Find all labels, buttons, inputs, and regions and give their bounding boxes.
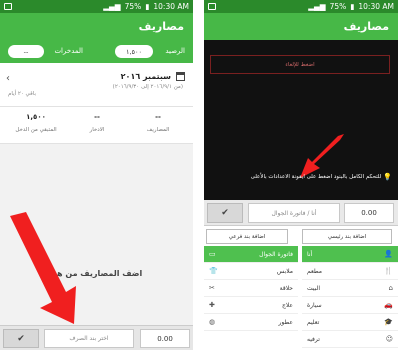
category-field[interactable]: أنا / فاتورة الجوال — [248, 203, 340, 223]
status-bar: ▂▄▆ 75% ▮ 10:30 AM — [204, 0, 398, 13]
sub-item-perfume[interactable]: ◍ عطور — [204, 314, 298, 331]
status-bar: ▂▄▆ 75% ▮ 10:30 AM — [0, 0, 193, 13]
notification-icon — [4, 3, 12, 10]
smile-icon: ☺ — [385, 335, 393, 343]
sub-item-medical[interactable]: ✚ علاج — [204, 297, 298, 314]
amount-field[interactable]: 0.00 — [140, 329, 190, 348]
clock: 10:30 AM — [358, 2, 394, 11]
balance-value[interactable]: ١,٥٠٠ — [115, 45, 153, 58]
medical-icon: ✚ — [209, 301, 215, 309]
battery-icon: ▮ — [145, 2, 150, 11]
previous-month-icon[interactable]: ‹ — [6, 73, 10, 84]
calendar-icon — [176, 72, 185, 81]
cancel-field[interactable]: اضغط للإلغاء — [210, 55, 390, 74]
notification-icon — [208, 3, 216, 10]
stat-expenses: -- المصاريف — [146, 113, 170, 133]
month-title: سبتمبر ٢٠١٦ — [120, 72, 171, 81]
signal-icon: ▂▄▆ — [103, 2, 121, 11]
overlay-area: اضغط للإلغاء للتحكم الكامل بالبنود اضغط … — [204, 40, 398, 200]
clock: 10:30 AM — [153, 2, 189, 11]
sub-item-haircut[interactable]: ✂ حلاقة — [204, 280, 298, 297]
graduation-cap-icon: 🎓 — [384, 318, 393, 326]
person-icon: 👤 — [384, 250, 393, 258]
sub-item-phone-bill[interactable]: ▭ فاتورة الجوال — [204, 246, 298, 263]
car-icon: 🚗 — [384, 301, 393, 309]
phone-icon: ▭ — [209, 250, 216, 258]
app-bar: مصاريف — [204, 13, 398, 40]
balance-label: الرصيد — [165, 47, 185, 55]
scissors-icon: ✂ — [209, 284, 215, 292]
stat-savings: -- الادخار — [89, 113, 105, 133]
home-icon: ⌂ — [388, 284, 393, 292]
settings-hint: للتحكم الكامل بالبنود اضغط على ايقونة ال… — [250, 173, 392, 181]
amount-field[interactable]: 0.00 — [344, 203, 394, 223]
main-item-restaurant[interactable]: مطعم 🍴 — [302, 263, 398, 280]
left-screen: ▂▄▆ 75% ▮ 10:30 AM مصاريف الرصيد ١,٥٠٠ ا… — [0, 0, 193, 350]
battery-icon: ▮ — [350, 2, 355, 11]
add-main-category-button[interactable]: اضافة بند رئيسي — [302, 229, 392, 244]
red-arrow-icon — [10, 212, 76, 324]
days-remaining: باقي ٢٠ أيام — [8, 91, 36, 97]
input-bar: ✔ أنا / فاتورة الجوال 0.00 — [204, 200, 398, 226]
date-range: (من ٢٠١٦/٩/١ إلى ٢٠١٦/٩/٣٠) — [112, 84, 183, 90]
fork-knife-icon: 🍴 — [384, 267, 393, 275]
main-item-me[interactable]: أنا 👤 — [302, 246, 398, 263]
app-title: مصاريف — [343, 20, 389, 33]
confirm-button[interactable]: ✔ — [207, 203, 243, 223]
savings-value[interactable]: -- — [8, 45, 44, 58]
main-item-home[interactable]: البيت ⌂ — [302, 280, 398, 297]
category-field[interactable]: اختر بند الصرف — [44, 329, 134, 348]
signal-icon: ▂▄▆ — [308, 2, 326, 11]
battery-level: 75% — [124, 2, 142, 11]
balance-bar: الرصيد ١,٥٠٠ المدخرات -- — [0, 40, 193, 63]
confirm-button[interactable]: ✔ — [3, 329, 39, 348]
savings-label: المدخرات — [54, 47, 83, 55]
sub-item-clothes[interactable]: 👕 ملابس — [204, 263, 298, 280]
lightbulb-icon: 💡 — [383, 173, 392, 181]
main-item-education[interactable]: تعليم 🎓 — [302, 314, 398, 331]
stat-remaining-income: ١,٥٠٠ المتبقي من الدخل — [15, 113, 57, 133]
app-bar: مصاريف — [0, 13, 193, 40]
main-item-car[interactable]: سيارة 🚗 — [302, 297, 398, 314]
battery-level: 75% — [329, 2, 347, 11]
perfume-icon: ◍ — [209, 318, 216, 326]
input-bar: ✔ اختر بند الصرف 0.00 — [0, 325, 193, 350]
stats-row: ١,٥٠٠ المتبقي من الدخل -- الادخار -- المصار… — [0, 107, 193, 144]
main-category-list: أنا 👤 مطعم 🍴 البيت ⌂ سيارة 🚗 تعليم 🎓 ترفيه ☺ — [302, 246, 398, 350]
category-headers: اضافة بند فرعي اضافة بند رئيسي — [204, 226, 398, 246]
add-sub-category-button[interactable]: اضافة بند فرعي — [206, 229, 288, 244]
month-selector[interactable]: سبتمبر ٢٠١٦ (من ٢٠١٦/٩/١ إلى ٢٠١٦/٩/٣٠) … — [0, 63, 193, 107]
sub-category-list: ▭ فاتورة الجوال 👕 ملابس ✂ حلاقة ✚ علاج ◍ عطور — [204, 246, 298, 350]
main-item-entertainment[interactable]: ترفيه ☺ — [302, 331, 398, 348]
right-screen: ▂▄▆ 75% ▮ 10:30 AM مصاريف اضغط للإلغاء ل… — [204, 0, 398, 350]
app-title: مصاريف — [138, 20, 184, 33]
shirt-icon: 👕 — [209, 267, 218, 275]
